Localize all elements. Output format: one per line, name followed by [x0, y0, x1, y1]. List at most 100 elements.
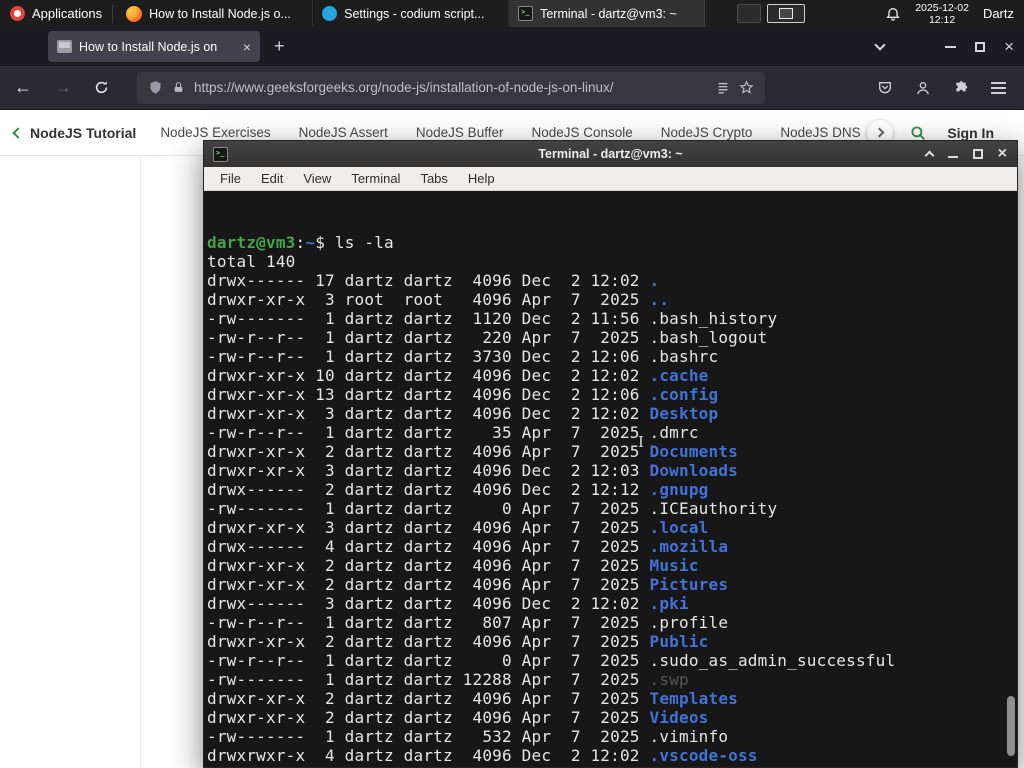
site-nav-link[interactable]: NodeJS Exercises [160, 125, 270, 140]
ls-row: -rw-r--r-- 1 dartz dartz 35 Apr 7 2025 .… [207, 423, 699, 442]
browser-tab-bar: How to Install Node.js on × + × [0, 27, 1024, 66]
terminal-menubar: File Edit View Terminal Tabs Help [204, 167, 1017, 191]
ls-row: -rw------- 1 dartz dartz 12288 Apr 7 202… [207, 670, 689, 689]
sidebar-divider [140, 156, 141, 768]
workspace-1[interactable] [737, 4, 762, 23]
terminal-scrollbar-thumb[interactable] [1007, 696, 1015, 756]
terminal-menu-help[interactable]: Help [458, 171, 505, 186]
ls-row: drwxr-xr-x 3 root root 4096 Apr 7 2025 .… [207, 290, 670, 309]
terminal-window: Terminal - dartz@vm3: ~ × FileEditViewTe… [203, 140, 1018, 768]
ls-row: -rw-r--r-- 1 dartz dartz 0 Apr 7 2025 .s… [207, 651, 896, 670]
ls-row: -rw-r--r-- 1 dartz dartz 3730 Dec 2 12:0… [207, 347, 719, 366]
mouse-text-cursor: I [638, 433, 645, 451]
taskbar-button-terminal[interactable]: Terminal - dartz@vm3: ~ [509, 0, 706, 27]
chevron-left-icon [12, 126, 24, 139]
new-tab-button[interactable]: + [264, 36, 295, 57]
terminal-maximize-button[interactable] [972, 149, 983, 159]
window-minimize-button[interactable] [945, 45, 957, 48]
account-icon[interactable] [915, 80, 931, 96]
notifications-bell-icon[interactable] [885, 6, 901, 22]
terminal-menu-tabs[interactable]: Tabs [410, 171, 457, 186]
top-panel: Applications How to Install Node.js o...… [0, 0, 1024, 27]
clock[interactable]: 2025-12-02 12:12 [915, 2, 969, 26]
clock-date: 2025-12-02 [915, 1, 969, 14]
ls-row: drwxr-xr-x 3 dartz dartz 4096 Dec 2 12:0… [207, 404, 719, 423]
browser-tab[interactable]: How to Install Node.js on × [48, 31, 260, 62]
page-favicon-icon [57, 40, 72, 53]
terminal-output[interactable]: dartz@vm3:~$ ls -la total 140 drwx------ 1… [204, 191, 1017, 767]
ls-row: drwx------ 17 dartz dartz 4096 Dec 2 12:… [207, 271, 660, 290]
sign-in-button[interactable]: Sign In [947, 125, 994, 141]
reload-button[interactable] [94, 80, 109, 95]
taskbar-button-label: Settings - codium script... [344, 6, 485, 21]
ls-row: -rw------- 1 dartz dartz 48 Dec 2 10:39 … [207, 765, 1003, 767]
ls-row: -rw------- 1 dartz dartz 532 Apr 7 2025 … [207, 727, 729, 746]
search-icon[interactable] [909, 124, 927, 142]
workspace-2-active[interactable] [767, 4, 806, 23]
bookmark-star-icon[interactable] [739, 80, 754, 95]
reader-mode-icon[interactable] [716, 81, 730, 95]
distro-logo-icon [10, 6, 25, 21]
ls-row: drwxr-xr-x 2 dartz dartz 4096 Apr 7 2025… [207, 556, 699, 575]
window-maximize-button[interactable] [975, 41, 986, 52]
terminal-prompt-line: dartz@vm3:~$ ls -la [207, 233, 394, 252]
clock-time: 12:12 [928, 13, 956, 26]
pocket-icon[interactable] [877, 80, 893, 96]
terminal-shade-button[interactable] [924, 150, 935, 161]
ls-row: drwx------ 4 dartz dartz 4096 Apr 7 2025… [207, 537, 729, 556]
list-all-tabs-chevron-icon[interactable] [874, 38, 886, 51]
ls-row: drwxr-xr-x 2 dartz dartz 4096 Apr 7 2025… [207, 708, 709, 727]
ls-row: drwxr-xr-x 3 dartz dartz 4096 Apr 7 2025… [207, 518, 709, 537]
menu-button[interactable] [991, 86, 1006, 89]
terminal-minimize-button[interactable] [947, 155, 958, 158]
tutorial-back-link[interactable]: NodeJS Tutorial [12, 124, 137, 141]
ls-row: drwx------ 3 dartz dartz 4096 Dec 2 12:0… [207, 594, 689, 613]
terminal-lines: dartz@vm3:~$ ls -la total 140 drwx------ 1… [207, 233, 1003, 767]
site-nav-link[interactable]: NodeJS Assert [299, 125, 388, 140]
extensions-icon[interactable] [953, 80, 969, 96]
url-bar[interactable]: https://www.geeksforgeeks.org/node-js/in… [137, 71, 765, 104]
terminal-menu-file[interactable]: File [210, 171, 251, 186]
terminal-menu-view[interactable]: View [293, 171, 341, 186]
terminal-menu-edit[interactable]: Edit [251, 171, 293, 186]
applications-label: Applications [32, 6, 103, 21]
ls-row: drwxr-xr-x 2 dartz dartz 4096 Apr 7 2025… [207, 575, 729, 594]
site-nav-link[interactable]: NodeJS DNS [780, 125, 860, 140]
site-nav-link[interactable]: NodeJS Crypto [661, 125, 753, 140]
ls-row: drwxr-xr-x 13 dartz dartz 4096 Dec 2 12:… [207, 385, 719, 404]
ls-row: drwx------ 2 dartz dartz 4096 Dec 2 12:1… [207, 480, 709, 499]
terminal-titlebar[interactable]: Terminal - dartz@vm3: ~ × [204, 141, 1017, 167]
applications-menu-button[interactable]: Applications [0, 0, 112, 27]
forward-button[interactable]: → [54, 77, 72, 98]
ls-row: -rw-r--r-- 1 dartz dartz 220 Apr 7 2025 … [207, 328, 768, 347]
workspace-switcher[interactable] [737, 4, 806, 23]
taskbar-button-label: How to Install Node.js o... [149, 6, 291, 21]
codium-icon [322, 6, 338, 21]
terminal-menu-terminal[interactable]: Terminal [341, 171, 410, 186]
firefox-icon [126, 5, 143, 22]
desktop: Applications How to Install Node.js o...… [0, 0, 1024, 768]
ls-row: drwxrwxr-x 4 dartz dartz 4096 Dec 2 12:0… [207, 746, 758, 765]
site-nav-link[interactable]: NodeJS Console [531, 125, 632, 140]
padlock-icon[interactable] [172, 81, 185, 94]
tutorial-back-label: NodeJS Tutorial [30, 124, 137, 141]
user-menu[interactable]: Dartz [983, 6, 1014, 21]
taskbar-button-firefox[interactable]: How to Install Node.js o... [117, 0, 314, 27]
back-button[interactable]: ← [14, 77, 32, 98]
ls-row: -rw-r--r-- 1 dartz dartz 807 Apr 7 2025 … [207, 613, 729, 632]
terminal-window-controls: × [924, 141, 1007, 167]
browser-toolbar: ← → https://www.geeksforgeeks.org/node-j… [0, 66, 1024, 110]
site-nav-link[interactable]: NodeJS Buffer [416, 125, 504, 140]
taskbar-button-codium[interactable]: Settings - codium script... [313, 0, 510, 27]
url-text[interactable]: https://www.geeksforgeeks.org/node-js/in… [194, 80, 707, 95]
window-controls: × [874, 27, 1014, 66]
tracking-protection-shield-icon[interactable] [148, 80, 163, 95]
terminal-close-button[interactable]: × [998, 146, 1007, 162]
site-nav-links: NodeJS Exercises NodeJS Assert NodeJS Buff… [160, 125, 867, 140]
toolbar-right-icons [877, 80, 1010, 96]
terminal-icon [518, 6, 534, 21]
ls-row: drwxr-xr-x 2 dartz dartz 4096 Apr 7 2025… [207, 632, 709, 651]
window-close-button[interactable]: × [1004, 38, 1014, 55]
tab-close-icon[interactable]: × [243, 39, 251, 55]
ls-row: drwxr-xr-x 3 dartz dartz 4096 Dec 2 12:0… [207, 461, 738, 480]
